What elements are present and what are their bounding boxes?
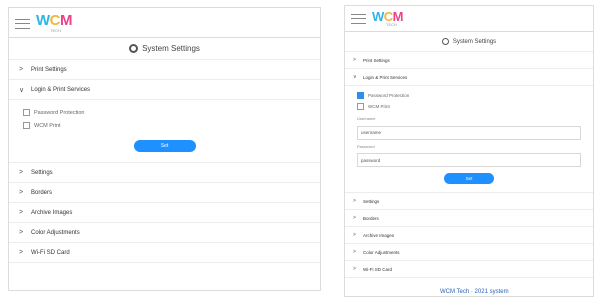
- chevron-right-icon: >: [19, 169, 24, 176]
- section-archive-images[interactable]: > Archive Images: [9, 203, 320, 223]
- chevron-down-icon: ∨: [19, 86, 25, 94]
- section-login-print-services[interactable]: ∨ Login & Print Services: [9, 80, 320, 100]
- section-archive-images[interactable]: > Archive Images: [345, 227, 593, 244]
- chevron-right-icon: >: [19, 249, 24, 256]
- chevron-right-icon: >: [19, 209, 24, 216]
- password-protection-option[interactable]: Password Protection: [23, 106, 306, 119]
- section-borders[interactable]: > Borders: [345, 210, 593, 227]
- username-field[interactable]: [357, 125, 581, 140]
- chevron-right-icon: >: [19, 189, 24, 196]
- settings-panel-right: WCM TECH System Settings > Print Setting…: [344, 5, 594, 297]
- gear-icon: [129, 44, 139, 53]
- section-print-settings[interactable]: > Print Settings: [345, 52, 593, 69]
- chevron-right-icon: >: [353, 232, 356, 238]
- wcm-print-checkbox[interactable]: [23, 122, 30, 129]
- chevron-right-icon: >: [19, 66, 24, 73]
- chevron-down-icon: ∨: [353, 74, 357, 80]
- login-print-services-body: Password Protection WCM Print Set: [9, 100, 320, 163]
- password-field[interactable]: [357, 153, 581, 167]
- top-bar: WCM TECH: [345, 6, 593, 32]
- wcm-print-option[interactable]: WCM Print: [23, 119, 306, 132]
- section-color-adjustments[interactable]: > Color Adjustments: [345, 244, 593, 261]
- page-title: System Settings: [9, 38, 320, 60]
- section-print-settings[interactable]: > Print Settings: [9, 60, 320, 80]
- section-color-adjustments[interactable]: > Color Adjustments: [9, 223, 320, 243]
- login-print-services-body: Password Protection WCM Print Username P…: [345, 86, 593, 193]
- username-label: Username: [357, 116, 376, 121]
- set-button[interactable]: Set: [133, 140, 196, 152]
- menu-icon[interactable]: [15, 19, 30, 29]
- logo: WCM: [36, 12, 73, 29]
- chevron-right-icon: >: [353, 249, 356, 255]
- section-settings[interactable]: > Settings: [9, 163, 320, 183]
- gear-icon: [441, 38, 449, 45]
- password-protection-option[interactable]: Password Protection: [357, 90, 581, 101]
- section-wifi-sd-card[interactable]: > Wi-Fi SD Card: [9, 243, 320, 263]
- footer-link[interactable]: WCM Tech · 2021 system: [440, 289, 509, 295]
- wcm-print-checkbox[interactable]: [357, 103, 364, 110]
- wcm-print-option[interactable]: WCM Print: [357, 101, 581, 112]
- top-bar: WCM TECH: [9, 8, 320, 38]
- chevron-right-icon: >: [353, 198, 356, 204]
- section-login-print-services[interactable]: ∨ Login & Print Services: [345, 69, 593, 86]
- section-borders[interactable]: > Borders: [9, 183, 320, 203]
- chevron-right-icon: >: [353, 266, 356, 272]
- chevron-right-icon: >: [19, 229, 24, 236]
- chevron-right-icon: >: [353, 215, 356, 221]
- set-button[interactable]: Set: [444, 173, 494, 184]
- page-title: System Settings: [345, 32, 593, 52]
- password-label: Password: [357, 143, 375, 149]
- section-settings[interactable]: > Settings: [345, 193, 593, 210]
- settings-panel-left: WCM TECH System Settings > Print Setting…: [8, 7, 321, 291]
- chevron-right-icon: >: [353, 57, 356, 63]
- password-protection-checkbox[interactable]: [357, 92, 364, 99]
- section-wifi-sd-card[interactable]: > Wi-Fi SD Card: [345, 261, 593, 278]
- password-protection-checkbox[interactable]: [23, 109, 30, 116]
- menu-icon[interactable]: [351, 14, 366, 24]
